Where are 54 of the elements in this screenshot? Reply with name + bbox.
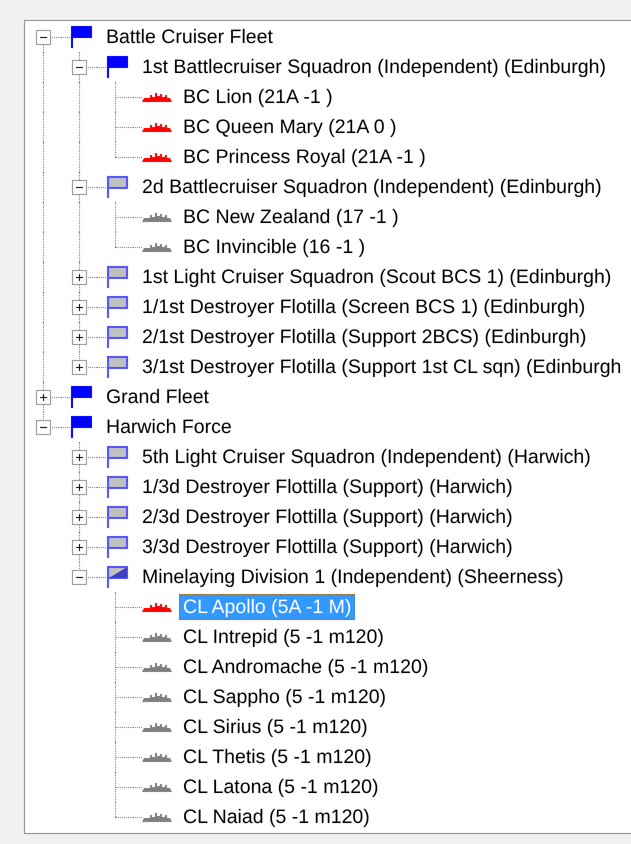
collapse-button[interactable] (36, 30, 51, 45)
tree-item[interactable]: BC Princess Royal (21A -1 ) (179, 144, 430, 170)
expand-button[interactable] (72, 270, 87, 285)
expand-button[interactable] (72, 360, 87, 375)
expand-button[interactable] (36, 390, 51, 405)
tree-item[interactable]: 2/3d Destroyer Flottilla (Support) (Harwich) (138, 504, 517, 530)
expand-button[interactable] (72, 330, 87, 345)
flag-icon (106, 265, 128, 289)
collapse-button[interactable] (72, 180, 87, 195)
tree-item[interactable]: 1/3d Destroyer Flottilla (Support) (Harwich) (138, 474, 517, 500)
expand-button[interactable] (72, 450, 87, 465)
tree-item[interactable]: CL Sappho (5 -1 m120) (179, 684, 390, 710)
expand-button[interactable] (72, 480, 87, 495)
tree-item[interactable]: Minelaying Division 1 (Independent) (Sheerness) (138, 564, 568, 590)
tree-item[interactable]: 3/3d Destroyer Flottilla (Support) (Harwich) (138, 534, 517, 560)
flag-icon (106, 535, 128, 559)
tree-item[interactable]: CL Latona (5 -1 m120) (179, 774, 382, 800)
flag-icon (70, 415, 92, 439)
tree-item[interactable]: 1/1st Destroyer Flotilla (Screen BCS 1) (Edinburgh) (138, 294, 590, 320)
collapse-button[interactable] (72, 570, 87, 585)
tree-item[interactable]: 2/1st Destroyer Flotilla (Support 2BCS) (Edinburgh) (138, 324, 590, 350)
collapse-button[interactable] (72, 60, 87, 75)
flag-icon (106, 505, 128, 529)
flag-icon (106, 565, 128, 589)
tree-item[interactable]: Grand Fleet (102, 384, 213, 410)
collapse-button[interactable] (36, 420, 51, 435)
tree-item[interactable]: 2d Battlecruiser Squadron (Independent) (Edinburgh) (138, 174, 606, 200)
expand-button[interactable] (72, 300, 87, 315)
expand-button[interactable] (72, 510, 87, 525)
flag-icon (106, 475, 128, 499)
flag-icon (106, 325, 128, 349)
tree-item[interactable]: 1st Battlecruiser Squadron (Independent) (Edinburgh) (138, 54, 610, 80)
tree-item[interactable]: 1st Light Cruiser Squadron (Scout BCS 1) (Edinburgh) (138, 264, 616, 290)
tree-item[interactable]: BC Lion (21A -1 ) (179, 84, 337, 110)
flag-icon (70, 25, 92, 49)
tree-item[interactable]: CL Thetis (5 -1 m120) (179, 744, 376, 770)
expand-button[interactable] (72, 540, 87, 555)
flag-icon (106, 295, 128, 319)
tree-item[interactable]: 5th Light Cruiser Squadron (Independent) (Harwich) (138, 444, 595, 470)
tree-item[interactable]: CL Intrepid (5 -1 m120) (179, 624, 388, 650)
tree-item[interactable]: 3/1st Destroyer Flotilla (Support 1st CL sqn) (Edinburgh (138, 354, 626, 380)
tree-item[interactable]: Battle Cruiser Fleet (102, 24, 277, 50)
flag-icon (106, 55, 128, 79)
tree-item[interactable]: BC Queen Mary (21A 0 ) (179, 114, 401, 140)
flag-icon (70, 385, 92, 409)
tree-item[interactable]: CL Naiad (5 -1 m120) (179, 804, 374, 830)
flag-icon (106, 445, 128, 469)
tree-item[interactable]: BC New Zealand (17 -1 ) (179, 204, 403, 230)
tree-item[interactable]: CL Sirius (5 -1 m120) (179, 714, 372, 740)
tree-item[interactable]: Harwich Force (102, 414, 236, 440)
tree-item[interactable]: CL Andromache (5 -1 m120) (179, 654, 432, 680)
flag-icon (106, 175, 128, 199)
tree-item[interactable]: BC Invincible (16 -1 ) (179, 234, 370, 260)
flag-icon (106, 355, 128, 379)
